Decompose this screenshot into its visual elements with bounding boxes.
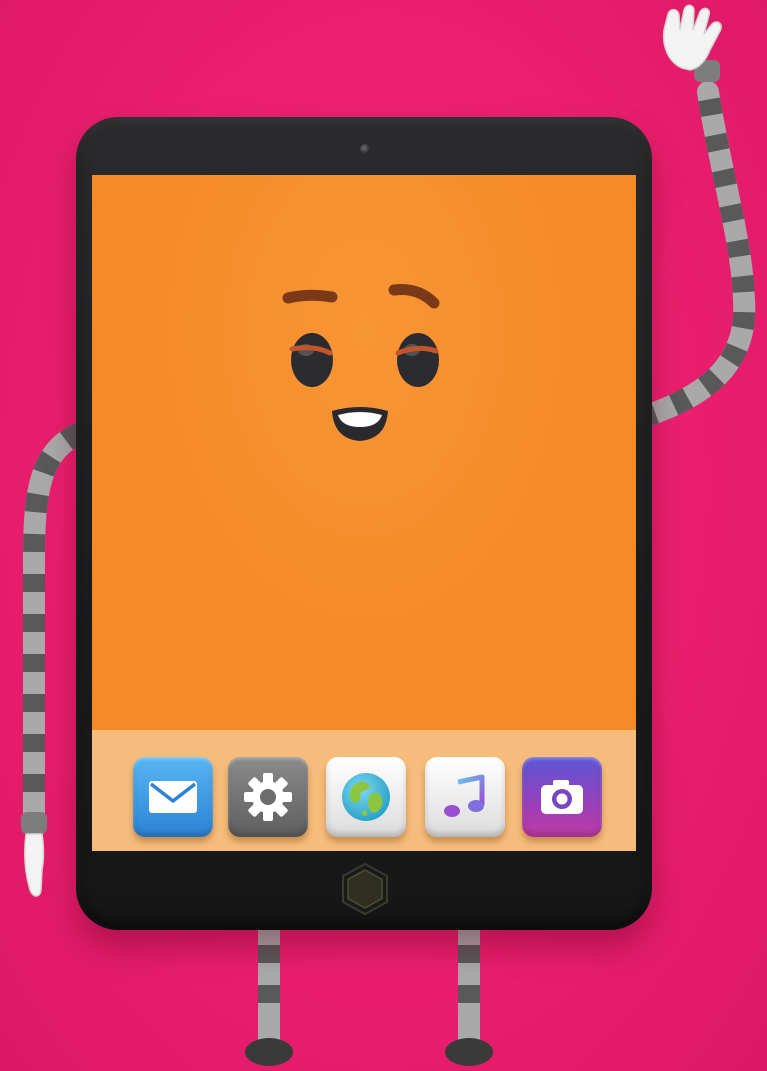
front-camera (360, 144, 370, 154)
app-dock (92, 730, 636, 851)
right-eyebrow (388, 284, 440, 309)
home-button[interactable] (338, 862, 392, 916)
right-arm (629, 4, 756, 429)
face (282, 284, 440, 441)
left-arm (21, 421, 93, 897)
mail-app[interactable] (133, 757, 213, 837)
legs (245, 925, 493, 1066)
camera-app[interactable] (522, 757, 602, 837)
right-eye (395, 333, 439, 387)
gear-icon (244, 773, 292, 821)
settings-app[interactable] (228, 757, 308, 837)
left-eye (289, 333, 333, 387)
music-note-icon (444, 774, 485, 817)
envelope-icon (149, 781, 197, 813)
mouth (332, 407, 388, 441)
scene (0, 0, 767, 1071)
left-eyebrow (282, 289, 338, 304)
screen (92, 175, 636, 851)
globe-icon (342, 773, 390, 821)
camera-icon (541, 780, 583, 814)
tablet-body (76, 117, 652, 930)
browser-app[interactable] (326, 757, 406, 837)
music-app[interactable] (425, 757, 505, 837)
